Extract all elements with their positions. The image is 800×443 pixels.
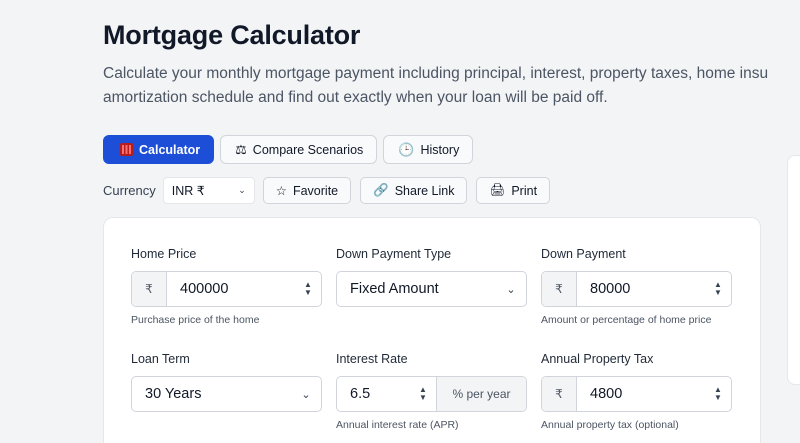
calculator-form-card: Home Price ₹ 400000 ▲ ▼ Purchase price of… bbox=[103, 217, 761, 443]
description-line-1: Calculate your monthly mortgage payment … bbox=[103, 65, 769, 82]
down-payment-type-value: Fixed Amount bbox=[350, 281, 439, 297]
property-tax-value: 4800 bbox=[590, 386, 623, 402]
star-icon: ☆ bbox=[275, 184, 287, 198]
down-payment-field: Down Payment ₹ 80000 ▲ ▼ Amount or percen… bbox=[541, 247, 732, 326]
tab-calculator[interactable]: Calculator bbox=[103, 135, 215, 164]
property-tax-input[interactable]: ₹ 4800 ▲ ▼ bbox=[541, 376, 732, 412]
share-label: Share Link bbox=[394, 183, 455, 198]
interest-rate-help: Annual interest rate (APR) bbox=[336, 419, 459, 431]
loan-term-value: 30 Years bbox=[145, 386, 202, 402]
print-button[interactable]: 🖨 Print bbox=[476, 177, 551, 204]
interest-rate-value: 6.5 bbox=[350, 386, 371, 402]
home-price-help: Purchase price of the home bbox=[131, 314, 260, 326]
tab-compare-scenarios[interactable]: ⚖ Compare Scenarios bbox=[220, 135, 378, 164]
print-label: Print bbox=[511, 183, 538, 198]
spinner-icon[interactable]: ▲ ▼ bbox=[295, 272, 321, 306]
printer-icon: 🖨 bbox=[489, 183, 506, 197]
tab-history[interactable]: 🕒 History bbox=[383, 135, 474, 164]
interest-rate-suffix: % per year bbox=[436, 377, 526, 411]
tab-label: History bbox=[420, 142, 460, 157]
chevron-down-icon: ⌄ bbox=[238, 185, 246, 195]
results-panel bbox=[787, 155, 800, 385]
tab-label: Compare Scenarios bbox=[252, 142, 364, 157]
home-price-label: Home Price bbox=[131, 247, 197, 261]
loan-term-label: Loan Term bbox=[131, 352, 190, 366]
interest-rate-label: Interest Rate bbox=[336, 352, 408, 366]
spinner-icon[interactable]: ▲ ▼ bbox=[705, 272, 731, 306]
home-price-field: Home Price ₹ 400000 ▲ ▼ Purchase price of… bbox=[131, 247, 322, 326]
currency-value: INR ₹ bbox=[171, 184, 205, 198]
spinner-icon[interactable]: ▲ ▼ bbox=[410, 377, 436, 411]
tab-bar: Calculator ⚖ Compare Scenarios 🕒 History bbox=[103, 135, 474, 164]
currency-label: Currency bbox=[103, 183, 156, 198]
down-payment-value: 80000 bbox=[590, 281, 631, 297]
tab-label: Calculator bbox=[139, 142, 201, 157]
down-payment-type-label: Down Payment Type bbox=[336, 247, 452, 261]
currency-prefix: ₹ bbox=[542, 272, 577, 306]
loan-term-select[interactable]: 30 Years ⌄ bbox=[131, 376, 322, 412]
interest-rate-input[interactable]: 6.5 ▲ ▼ % per year bbox=[336, 376, 527, 412]
down-payment-label: Down Payment bbox=[541, 247, 626, 261]
down-payment-type-field: Down Payment Type Fixed Amount ⌄ bbox=[336, 247, 527, 307]
favorite-button[interactable]: ☆ Favorite bbox=[262, 177, 352, 204]
currency-select[interactable]: INR ₹ ⌄ bbox=[162, 177, 255, 204]
property-tax-label: Annual Property Tax bbox=[541, 352, 654, 366]
chevron-down-icon: ⌄ bbox=[506, 283, 516, 296]
property-tax-help: Annual property tax (optional) bbox=[541, 419, 679, 431]
chevron-down-icon: ⌄ bbox=[301, 388, 311, 401]
page-description: Calculate your monthly mortgage payment … bbox=[103, 62, 800, 110]
down-payment-type-select[interactable]: Fixed Amount ⌄ bbox=[336, 271, 527, 307]
property-tax-field: Annual Property Tax ₹ 4800 ▲ ▼ Annual pro… bbox=[541, 352, 732, 431]
page-title: Mortgage Calculator bbox=[103, 20, 361, 50]
calculator-icon bbox=[120, 143, 133, 156]
toolbar: Currency INR ₹ ⌄ ☆ Favorite 🔗 Share Link… bbox=[103, 177, 559, 204]
currency-prefix: ₹ bbox=[132, 272, 167, 306]
home-price-input[interactable]: ₹ 400000 ▲ ▼ bbox=[131, 271, 322, 307]
currency-prefix: ₹ bbox=[542, 377, 577, 411]
loan-term-field: Loan Term 30 Years ⌄ bbox=[131, 352, 322, 412]
down-payment-input[interactable]: ₹ 80000 ▲ ▼ bbox=[541, 271, 732, 307]
share-link-button[interactable]: 🔗 Share Link bbox=[360, 177, 468, 204]
clock-icon: 🕒 bbox=[398, 141, 415, 157]
favorite-label: Favorite bbox=[292, 183, 339, 198]
scale-icon: ⚖ bbox=[235, 141, 247, 157]
link-icon: 🔗 bbox=[373, 183, 389, 197]
down-payment-help: Amount or percentage of home price bbox=[541, 314, 712, 326]
description-line-2: amortization schedule and find out exact… bbox=[103, 89, 608, 106]
spinner-icon[interactable]: ▲ ▼ bbox=[705, 377, 731, 411]
interest-rate-field: Interest Rate 6.5 ▲ ▼ % per year Annual i… bbox=[336, 352, 527, 431]
home-price-value: 400000 bbox=[180, 281, 229, 297]
